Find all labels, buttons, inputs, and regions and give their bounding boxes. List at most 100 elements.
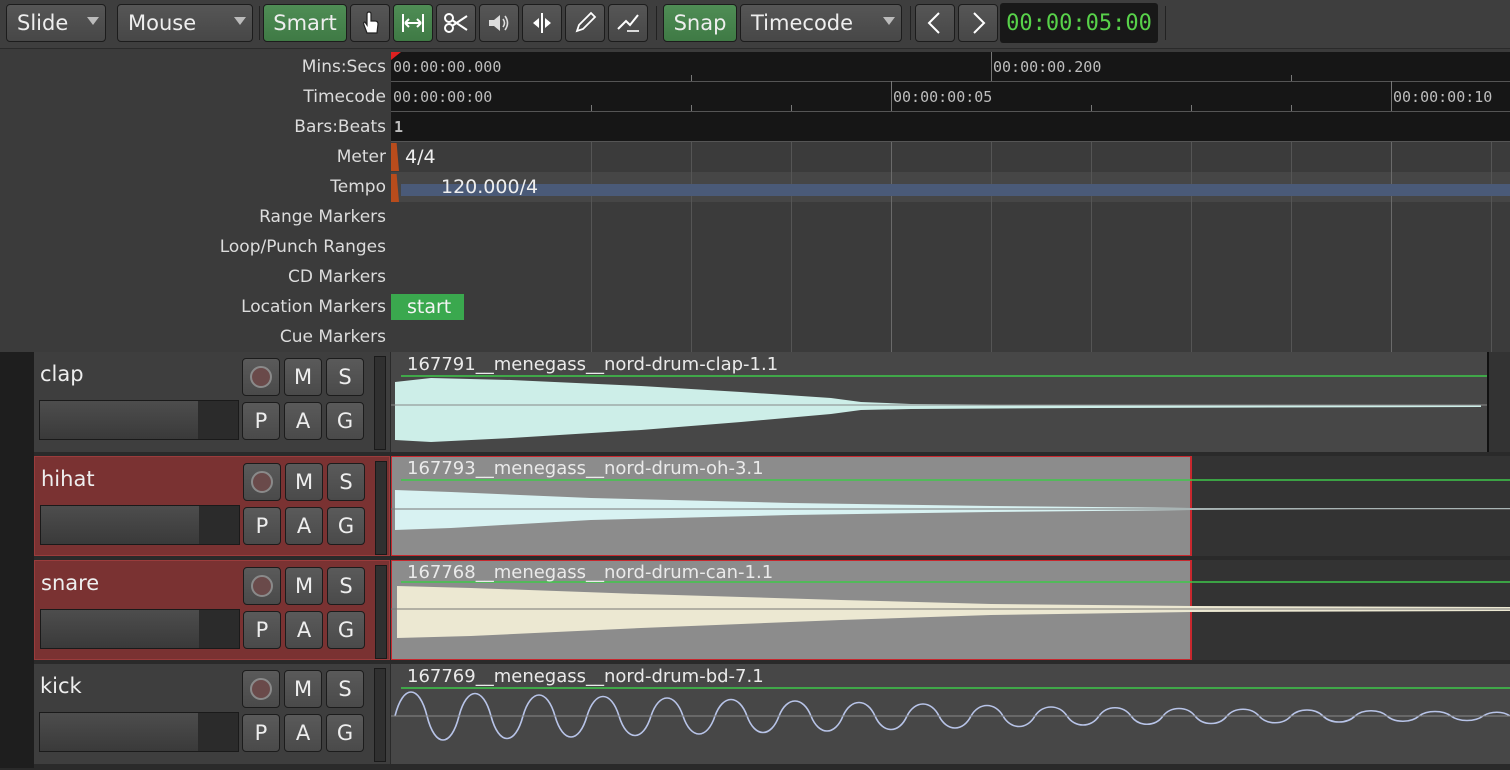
ruler-tick	[991, 52, 992, 81]
ruler-label-cue-markers[interactable]: Cue Markers	[280, 322, 386, 352]
mute-button[interactable]: M	[285, 463, 323, 501]
track-name[interactable]: hihat	[41, 467, 95, 491]
track-area: clap M S P A G 167791__menegass__nord-dr…	[0, 352, 1510, 770]
automation-button[interactable]: A	[284, 402, 322, 440]
track-selector[interactable]	[0, 352, 34, 456]
automation-button[interactable]: A	[285, 507, 323, 545]
track-lane[interactable]: 167793__menegass__nord-drum-oh-3.1	[391, 456, 1510, 556]
snap-toggle-button[interactable]: Snap	[663, 4, 737, 42]
audition-tool-button[interactable]	[479, 4, 519, 42]
gain-fader[interactable]	[39, 400, 239, 440]
grid-line	[1391, 142, 1392, 352]
automation-button[interactable]: A	[285, 611, 323, 649]
ruler-tick	[1091, 105, 1092, 111]
tempo-value: 120.000/4	[441, 176, 539, 198]
mins-secs-ruler[interactable]: 00:00:00.000 00:00:00.200	[391, 52, 1510, 82]
snap-mode-dropdown[interactable]: Timecode	[740, 4, 902, 42]
fader-handle[interactable]	[199, 610, 239, 648]
grid-line	[791, 142, 792, 352]
location-marker-start[interactable]: start	[391, 294, 464, 320]
gain-fader[interactable]	[39, 712, 239, 752]
track-row: snare M S P A G 167768__menegass__nord-d…	[0, 560, 1510, 664]
cut-tool-button[interactable]	[436, 4, 476, 42]
solo-button[interactable]: S	[326, 358, 364, 396]
track-row: clap M S P A G 167791__menegass__nord-dr…	[0, 352, 1510, 456]
solo-button[interactable]: S	[327, 463, 365, 501]
solo-button[interactable]: S	[326, 670, 364, 708]
toolbar-divider	[910, 6, 911, 40]
ruler-label-range-markers[interactable]: Range Markers	[259, 202, 386, 232]
group-button[interactable]: G	[327, 611, 365, 649]
group-button[interactable]: G	[326, 714, 364, 752]
ruler-label-mins-secs[interactable]: Mins:Secs	[302, 52, 386, 82]
meter-marker[interactable]	[391, 143, 399, 171]
ruler-tick	[791, 105, 792, 111]
gain-fader[interactable]	[40, 609, 240, 649]
record-arm-button[interactable]	[242, 670, 280, 708]
grid-line	[991, 142, 992, 352]
automation-button[interactable]: A	[284, 714, 322, 752]
range-tool-button[interactable]	[393, 4, 433, 42]
draw-tool-button[interactable]	[565, 4, 605, 42]
fader-handle[interactable]	[199, 506, 239, 544]
track-header[interactable]: hihat M S P A G	[34, 456, 390, 556]
timecode-tick-label: 00:00:00:05	[893, 88, 993, 106]
ruler-label-loop-punch[interactable]: Loop/Punch Ranges	[220, 232, 386, 262]
nudge-forward-button[interactable]	[958, 4, 998, 42]
track-selector[interactable]	[0, 456, 34, 560]
track-name[interactable]: snare	[41, 571, 99, 595]
solo-button[interactable]: S	[327, 567, 365, 605]
timeline-rulers[interactable]: 00:00:00.000 00:00:00.200 00:00:00:00 00…	[391, 52, 1510, 352]
track-name[interactable]: clap	[40, 362, 84, 386]
mute-button[interactable]: M	[284, 670, 322, 708]
ruler-label-meter[interactable]: Meter	[337, 142, 386, 172]
playlist-button[interactable]: P	[242, 714, 280, 752]
grid-line	[891, 142, 892, 352]
track-header[interactable]: clap M S P A G	[34, 352, 390, 452]
automation-icon	[617, 14, 639, 32]
record-arm-button[interactable]	[243, 567, 281, 605]
stretch-tool-button[interactable]	[522, 4, 562, 42]
ruler-label-location-markers[interactable]: Location Markers	[241, 292, 386, 322]
record-arm-button[interactable]	[242, 358, 280, 396]
region-name: 167791__menegass__nord-drum-clap-1.1	[407, 354, 779, 375]
track-selector[interactable]	[0, 664, 34, 768]
ruler-label-cd-markers[interactable]: CD Markers	[288, 262, 386, 292]
edit-mode-dropdown[interactable]: Slide	[6, 4, 106, 42]
region-name: 167768__menegass__nord-drum-can-1.1	[407, 562, 774, 583]
track-lane[interactable]: 167769__menegass__nord-drum-bd-7.1	[391, 664, 1510, 764]
chevron-right-icon	[973, 12, 986, 34]
track-lane[interactable]: 167768__menegass__nord-drum-can-1.1	[391, 560, 1510, 660]
chevron-down-icon	[883, 17, 895, 25]
fader-handle[interactable]	[198, 401, 238, 439]
record-arm-button[interactable]	[243, 463, 281, 501]
nudge-back-button[interactable]	[915, 4, 955, 42]
grid-line	[1191, 142, 1192, 352]
timecode-ruler[interactable]: 00:00:00:00 00:00:00:05 00:00:00:10	[391, 81, 1510, 112]
playlist-button[interactable]: P	[243, 507, 281, 545]
track-header[interactable]: kick M S P A G	[34, 664, 390, 764]
track-header[interactable]: snare M S P A G	[34, 560, 390, 660]
track-selector[interactable]	[0, 560, 34, 664]
ruler-label-timecode[interactable]: Timecode	[303, 82, 386, 112]
smart-mode-button[interactable]: Smart	[263, 4, 347, 42]
mute-button[interactable]: M	[284, 358, 322, 396]
playlist-button[interactable]: P	[243, 611, 281, 649]
bars-beats-ruler[interactable]: 1	[391, 112, 1510, 142]
track-lane[interactable]: 167791__menegass__nord-drum-clap-1.1	[391, 352, 1510, 452]
group-button[interactable]: G	[327, 507, 365, 545]
ruler-label-tempo[interactable]: Tempo	[330, 172, 386, 202]
content-tool-button[interactable]	[608, 4, 648, 42]
group-button[interactable]: G	[326, 402, 364, 440]
ruler-label-bars-beats[interactable]: Bars:Beats	[294, 112, 386, 142]
gain-fader[interactable]	[40, 505, 240, 545]
mute-button[interactable]: M	[285, 567, 323, 605]
tempo-curve[interactable]	[401, 184, 1510, 196]
track-name[interactable]: kick	[40, 674, 82, 698]
grab-tool-button[interactable]	[350, 4, 390, 42]
playhead-marker[interactable]	[391, 52, 401, 60]
nudge-clock[interactable]: 00:00:05:00	[1000, 3, 1158, 43]
playlist-button[interactable]: P	[242, 402, 280, 440]
input-mode-dropdown[interactable]: Mouse	[117, 4, 253, 42]
fader-handle[interactable]	[198, 713, 238, 751]
